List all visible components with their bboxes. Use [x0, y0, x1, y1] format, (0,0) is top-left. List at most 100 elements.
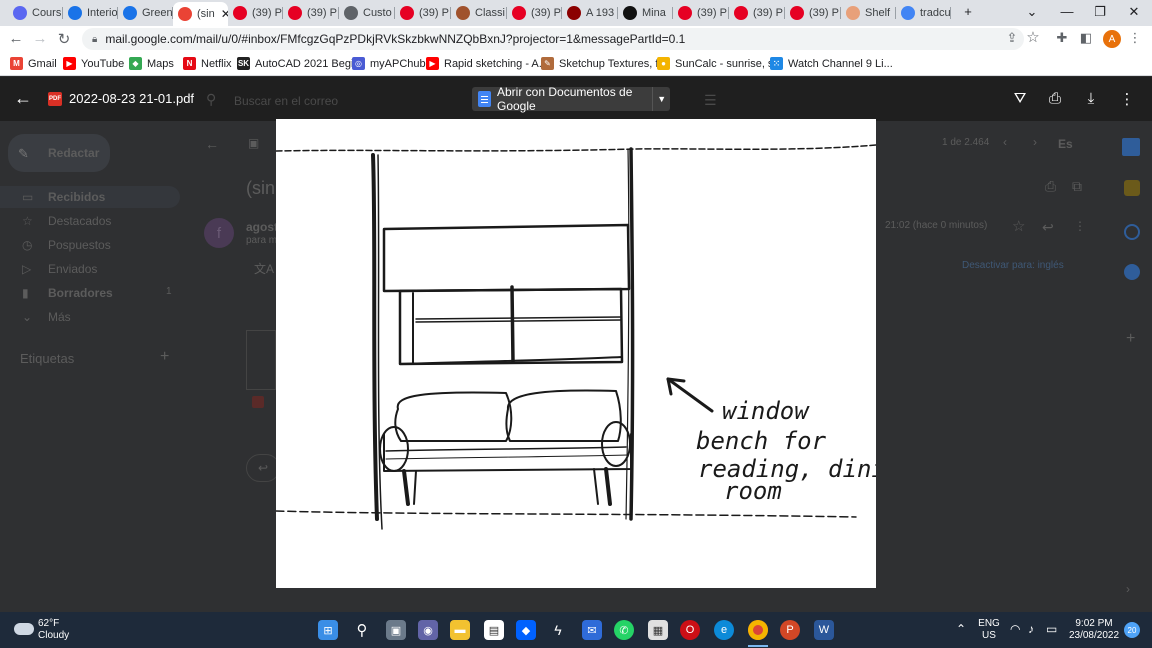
- minimize-button[interactable]: —: [1057, 4, 1077, 19]
- bookmark-item[interactable]: ⁙ Watch Channel 9 Li...: [770, 57, 893, 70]
- browser-tab[interactable]: (39) P: [729, 2, 785, 24]
- browser-tab[interactable]: Classi: [451, 2, 507, 24]
- teams-icon[interactable]: ◉: [418, 620, 438, 640]
- reload-icon[interactable]: ↻: [54, 30, 74, 48]
- bookmark-star-icon[interactable]: ☆: [1024, 28, 1042, 46]
- bookmark-item[interactable]: ▶ Rapid sketching - A...: [426, 57, 548, 70]
- translate-toggle[interactable]: Desactivar para: inglés: [962, 260, 1064, 271]
- search-taskbar-icon[interactable]: ⚲: [352, 620, 372, 640]
- sketchup-icon[interactable]: ϟ: [548, 620, 568, 640]
- tray-overflow-icon[interactable]: ⌃: [956, 623, 966, 635]
- bookmark-item[interactable]: SK AutoCAD 2021 Begi...: [237, 57, 363, 70]
- open-new-window-icon[interactable]: ⧉: [1072, 178, 1082, 195]
- download-icon[interactable]: ⤓: [1080, 90, 1102, 107]
- gmail-nav-item[interactable]: Recibidos: [48, 190, 105, 204]
- archive-icon[interactable]: ▣: [248, 136, 259, 150]
- gmail-nav-item[interactable]: Borradores: [48, 286, 113, 300]
- reply-icon[interactable]: ↩: [1042, 219, 1054, 236]
- scroll-right-icon[interactable]: ›: [1126, 582, 1130, 596]
- translate-icon[interactable]: 文A: [254, 260, 274, 277]
- browser-tab[interactable]: A 193: [562, 2, 618, 24]
- add-addon-icon[interactable]: +: [1126, 330, 1135, 348]
- viewer-more-icon[interactable]: ⋮: [1116, 90, 1138, 108]
- bookmark-item[interactable]: ◆ Maps: [129, 57, 174, 70]
- language-indicator[interactable]: ENG US: [978, 618, 1000, 642]
- browser-tab[interactable]: Interio: [63, 2, 118, 24]
- gmail-nav-item[interactable]: Pospuestos: [48, 238, 111, 252]
- profile-avatar[interactable]: A: [1103, 30, 1121, 48]
- reply-button[interactable]: ↩: [246, 454, 280, 482]
- browser-tab[interactable]: Shelf: [841, 2, 896, 24]
- browser-tab[interactable]: (39) P: [228, 2, 283, 24]
- word-icon[interactable]: W: [814, 620, 834, 640]
- browser-tab[interactable]: (39) P: [785, 2, 841, 24]
- browser-tab[interactable]: Mina: [618, 2, 673, 24]
- bookmark-item[interactable]: ◎ myAPChub: [352, 57, 426, 70]
- add-to-drive-icon[interactable]: ⛛: [1009, 90, 1031, 107]
- powerpoint-icon[interactable]: P: [780, 620, 800, 640]
- browser-tab[interactable]: (39) P: [283, 2, 339, 24]
- opera-icon[interactable]: O: [680, 620, 700, 640]
- share-icon[interactable]: ⇪: [1003, 30, 1021, 46]
- extensions-icon[interactable]: ✚: [1053, 30, 1071, 46]
- gmail-nav-item[interactable]: Enviados: [48, 262, 97, 276]
- whatsapp-icon[interactable]: ✆: [614, 620, 634, 640]
- browser-tab[interactable]: (39) P: [395, 2, 451, 24]
- store-icon[interactable]: ▦: [648, 620, 668, 640]
- gmail-nav-item[interactable]: Más: [48, 310, 71, 324]
- attachment-thumb[interactable]: [246, 330, 276, 390]
- browser-tab[interactable]: tradcu: [896, 2, 951, 24]
- keep-addon-icon[interactable]: [1124, 180, 1140, 196]
- bookmark-item[interactable]: ▶ YouTube: [63, 57, 124, 70]
- restore-button[interactable]: ❐: [1090, 4, 1110, 20]
- weather-widget[interactable]: 62°F Cloudy: [38, 618, 69, 642]
- notepad-icon[interactable]: ▤: [484, 620, 504, 640]
- edge-icon[interactable]: e: [714, 620, 734, 640]
- next-page-icon[interactable]: ›: [1033, 135, 1037, 149]
- dropbox-icon[interactable]: ◆: [516, 620, 536, 640]
- back-icon[interactable]: ←: [6, 30, 26, 47]
- bookmark-item[interactable]: M Gmail: [10, 57, 57, 70]
- file-explorer-icon[interactable]: ▬: [450, 620, 470, 640]
- new-tab-button[interactable]: +: [958, 4, 978, 19]
- print-icon[interactable]: ⎙: [1044, 90, 1066, 107]
- close-tab-icon[interactable]: ✕: [221, 7, 228, 21]
- browser-tab[interactable]: (sin ✕: [173, 2, 228, 26]
- side-panel-icon[interactable]: ◧: [1077, 30, 1095, 46]
- mail-icon[interactable]: ✉: [582, 620, 602, 640]
- close-window-button[interactable]: ✕: [1124, 4, 1144, 20]
- star-icon[interactable]: ☆: [1012, 217, 1025, 235]
- forward-icon[interactable]: →: [30, 30, 50, 47]
- prev-page-icon[interactable]: ‹: [1003, 135, 1007, 149]
- browser-tab[interactable]: Cours: [8, 2, 63, 24]
- more-icon[interactable]: ⋮: [1074, 219, 1086, 233]
- task-view-icon[interactable]: ▣: [386, 620, 406, 640]
- mail-back-icon[interactable]: ←: [205, 136, 219, 152]
- address-bar[interactable]: 🔒︎ mail.google.com/mail/u/0/#inbox/FMfcg…: [82, 28, 1024, 50]
- lang-selector[interactable]: Es: [1058, 137, 1073, 151]
- chrome-icon[interactable]: [748, 620, 768, 640]
- bookmark-item[interactable]: ✎ Sketchup Textures, f...: [541, 57, 668, 70]
- browser-tab[interactable]: Custo: [339, 2, 395, 24]
- print-all-icon[interactable]: ⎙: [1045, 178, 1056, 195]
- calendar-addon-icon[interactable]: [1122, 138, 1140, 156]
- clock[interactable]: 9:02 PM 23/08/2022: [1068, 618, 1120, 642]
- close-viewer-icon[interactable]: ←: [12, 88, 34, 109]
- open-with-docs-button[interactable]: Abrir con Documentos de Google ▼: [472, 85, 670, 113]
- bookmark-item[interactable]: N Netflix: [183, 57, 232, 70]
- open-with-dropdown-icon[interactable]: ▼: [652, 87, 670, 111]
- browser-tab[interactable]: Green: [118, 2, 173, 24]
- notification-badge[interactable]: 20: [1124, 622, 1140, 638]
- browser-tab[interactable]: (39) P: [673, 2, 729, 24]
- tab-search-icon[interactable]: ⌄: [1022, 4, 1042, 20]
- wifi-icon[interactable]: ◠: [1010, 623, 1020, 635]
- start-icon[interactable]: ⊞: [318, 620, 338, 640]
- battery-icon[interactable]: ▭: [1046, 623, 1057, 635]
- browser-tab[interactable]: (39) P: [507, 2, 562, 24]
- volume-icon[interactable]: ♪: [1028, 623, 1034, 635]
- add-label-icon[interactable]: +: [160, 348, 169, 366]
- tasks-addon-icon[interactable]: [1124, 224, 1140, 240]
- bookmark-item[interactable]: ● SunCalc - sunrise, s...: [657, 57, 783, 70]
- more-menu-icon[interactable]: ⋮: [1126, 30, 1144, 46]
- contacts-addon-icon[interactable]: [1124, 264, 1140, 280]
